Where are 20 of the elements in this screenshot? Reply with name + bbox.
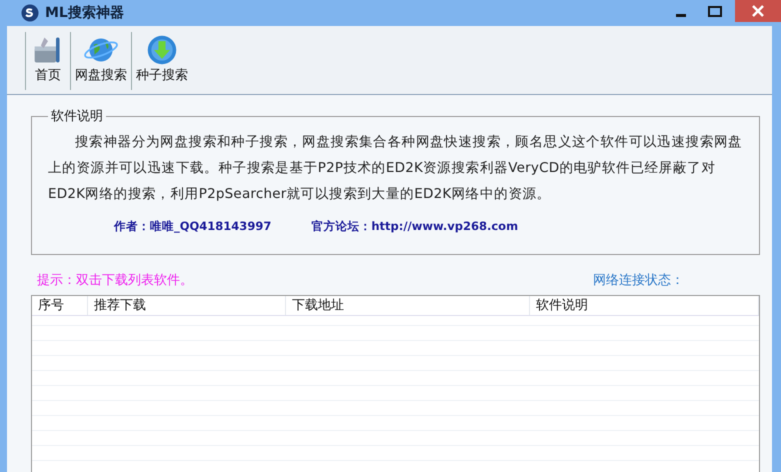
download-list[interactable]: 序号 推荐下载 下载地址 软件说明 xyxy=(31,295,760,472)
logo-icon xyxy=(21,4,39,22)
hint-text: 提示：双击下载列表软件。 xyxy=(37,272,193,289)
column-header[interactable]: 软件说明 xyxy=(530,296,759,315)
close-button[interactable] xyxy=(735,0,781,22)
toolbar-button[interactable]: 网盘搜索 xyxy=(70,32,131,90)
forum-text: 官方论坛：http://www.vp268.com xyxy=(311,219,518,234)
panel-title: 软件说明 xyxy=(50,108,104,125)
toolbar-button[interactable]: 首页 xyxy=(25,32,70,90)
close-icon xyxy=(752,5,764,17)
author-text: 作者：唯唯_QQ418143997 xyxy=(114,219,272,234)
toolbar-button[interactable]: 种子搜索 xyxy=(131,32,192,90)
column-header[interactable]: 下载地址 xyxy=(286,296,530,315)
column-header[interactable]: 序号 xyxy=(32,296,88,315)
minimize-icon xyxy=(676,14,686,16)
network-status-label: 网络连接状态： xyxy=(593,272,684,289)
column-header[interactable]: 推荐下载 xyxy=(88,296,286,315)
description-text: 搜索神器分为网盘搜索和种子搜索，网盘搜索集合各种网盘快速搜索，顾名思义这个软件可以迅速搜索网盘上的资源并可以迅速下载。种子搜索是基于P2P技术的ED2K资源搜索利器VeryCD的电驴软件已经屏蔽了对ED2K网络的搜索，利用P2pSearcher就可以搜索到大量的ED2K网络中的资源。 xyxy=(48,133,743,204)
maximize-icon xyxy=(708,6,722,16)
window-title: ML搜索神器 xyxy=(45,4,125,22)
